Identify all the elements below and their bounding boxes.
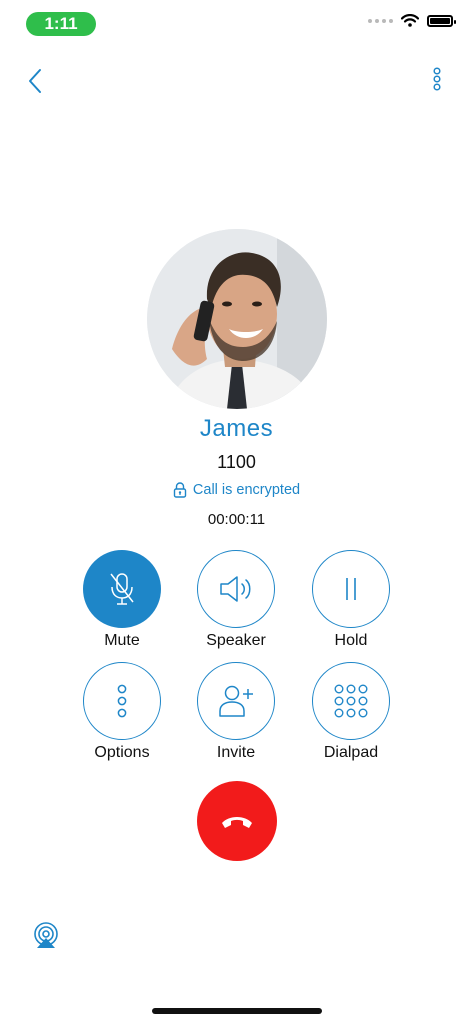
caller-number: 1100 [217, 452, 256, 472]
call-duration: 00:00:11 [207, 511, 266, 528]
options-action: Options [67, 662, 177, 762]
back-button[interactable] [22, 64, 52, 98]
wifi-icon [401, 14, 419, 27]
dialpad-action: Dialpad [296, 662, 406, 762]
invite-action: Invite [181, 662, 291, 762]
mute-action: Mute [67, 550, 177, 650]
vertical-dots-icon [117, 684, 127, 718]
battery-icon [427, 14, 456, 27]
invite-button[interactable] [197, 662, 275, 740]
home-indicator[interactable] [152, 1008, 322, 1014]
encryption-status: Call is encrypted [0, 482, 473, 498]
speaker-icon [220, 576, 251, 602]
mute-button[interactable] [83, 550, 161, 628]
dialpad-icon [334, 684, 368, 718]
speaker-label: Speaker [206, 632, 266, 649]
speaker-button[interactable] [197, 550, 275, 628]
caller-name: James [199, 415, 274, 442]
dialpad-label: Dialpad [323, 744, 379, 761]
invite-label: Invite [216, 744, 256, 761]
hang-up-icon [222, 817, 252, 828]
status-indicators [368, 14, 456, 27]
hold-button[interactable] [312, 550, 390, 628]
lock-icon [173, 482, 187, 498]
hold-action: Hold [296, 550, 406, 650]
end-call-button[interactable] [197, 781, 277, 861]
hold-label: Hold [334, 632, 368, 649]
mic-off-icon [110, 573, 134, 605]
caller-avatar [147, 229, 327, 409]
options-button[interactable] [83, 662, 161, 740]
chevron-left-icon [29, 69, 41, 93]
more-options-button[interactable] [429, 66, 445, 96]
audio-route-button[interactable] [31, 920, 61, 950]
status-time: 1:11 [26, 12, 96, 36]
dialpad-button[interactable] [312, 662, 390, 740]
vertical-dots-icon [433, 67, 441, 91]
speaker-action: Speaker [181, 550, 291, 650]
airplay-icon [34, 922, 58, 948]
pause-icon [346, 578, 356, 600]
add-user-icon [219, 685, 253, 717]
options-label: Options [94, 744, 150, 761]
mute-label: Mute [104, 632, 140, 649]
cellular-signal-icon [368, 18, 393, 23]
encryption-label: Call is encrypted [192, 482, 301, 498]
